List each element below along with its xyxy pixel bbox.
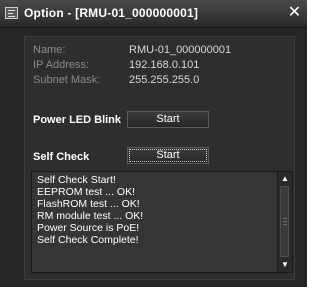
power-led-blink-label: Power LED Blink	[33, 114, 122, 126]
log-line: RM module test ... OK!	[37, 210, 144, 222]
power-led-start-button[interactable]: Start	[127, 111, 209, 128]
option-dialog: Option - [RMU-01_000000001] ✕ Name: RMU-…	[0, 0, 307, 287]
window-title: Option - [RMU-01_000000001]	[24, 6, 199, 20]
log-line: Self Check Start!	[37, 174, 116, 186]
subnet-mask-label: Subnet Mask:	[33, 74, 101, 86]
app-icon	[5, 7, 18, 19]
name-value: RMU-01_000000001	[129, 44, 232, 56]
self-check-log[interactable]: Self Check Start! EEPROM test ... OK! Fl…	[31, 171, 293, 273]
ip-address-value: 192.168.0.101	[129, 59, 200, 71]
scroll-up-icon[interactable]: ▲	[278, 173, 292, 185]
scroll-down-icon[interactable]: ▼	[278, 259, 292, 271]
options-panel: Name: RMU-01_000000001 IP Address: 192.1…	[24, 36, 295, 280]
log-line: Power Source is PoE!	[37, 222, 140, 234]
log-line: FlashROM test ... OK!	[37, 198, 140, 210]
ip-address-label: IP Address:	[33, 59, 90, 71]
close-icon[interactable]: ✕	[286, 4, 303, 21]
name-label: Name:	[33, 44, 66, 56]
log-text: Self Check Start! EEPROM test ... OK! Fl…	[37, 174, 277, 246]
self-check-start-button[interactable]: Start	[127, 147, 209, 164]
subnet-mask-value: 255.255.255.0	[129, 74, 200, 86]
log-scrollbar[interactable]: ▲ ▼	[277, 172, 292, 272]
title-bar[interactable]: Option - [RMU-01_000000001] ✕	[0, 0, 307, 28]
log-line: Self Check Complete!	[37, 234, 139, 246]
log-line: EEPROM test ... OK!	[37, 186, 136, 198]
scroll-thumb[interactable]	[280, 186, 289, 257]
self-check-label: Self Check	[33, 151, 90, 163]
